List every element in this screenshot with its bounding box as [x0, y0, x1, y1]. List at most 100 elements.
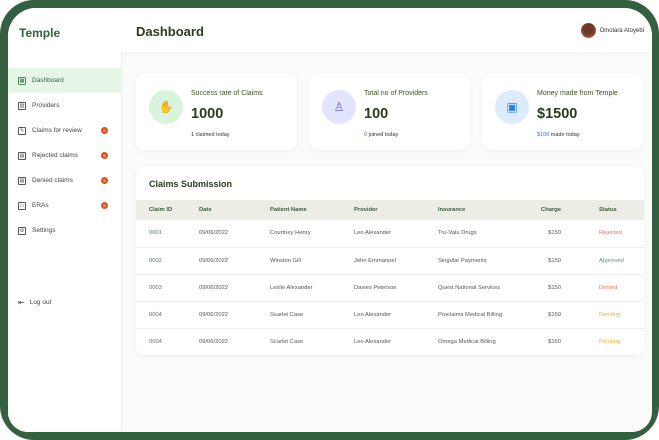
- table-cell: $150: [523, 247, 561, 275]
- table-cell: 09/06/2022: [199, 328, 270, 356]
- provider-icon: ♙: [322, 90, 356, 124]
- table-cell: $150: [523, 274, 561, 302]
- logo: Temple: [19, 26, 61, 40]
- sidebar: Temple ▦ Dashboard ▥ Providers ✎ Claims for r…: [8, 8, 121, 432]
- building-icon: ▥: [18, 101, 26, 110]
- table-row[interactable]: 0002 09/06/2022 Winston Gill John Emmanuel S…: [136, 247, 644, 275]
- stat-value: 100: [364, 106, 389, 122]
- status-badge: Pending: [561, 301, 644, 329]
- status-badge: Rejected: [561, 220, 644, 248]
- stat-sub: 1 claimed today: [191, 132, 230, 138]
- sidebar-item-label: Claims for review: [32, 127, 82, 134]
- table-header-row: Claim ID Date Patient Name Provider Insuranc…: [136, 200, 644, 220]
- banknote-icon: ▣: [495, 90, 529, 124]
- table-cell: Leo Alexander: [354, 220, 438, 248]
- table-cell: 09/06/2022: [199, 247, 270, 275]
- stat-highlight: $100: [537, 132, 550, 138]
- table-cell: Singular Payments: [438, 247, 523, 275]
- column-header: Status: [561, 200, 644, 220]
- column-header: Date: [199, 200, 270, 220]
- sidebar-item-label: Providers: [32, 102, 60, 109]
- document-x-icon: ▤: [18, 151, 26, 160]
- table-row[interactable]: 0001 09/06/2022 Courtney Henry Leo Alexande…: [136, 220, 644, 248]
- column-header: Provider: [354, 200, 438, 220]
- table-row[interactable]: 0004 09/06/2022 Scarlet Case Leo Alexander O…: [136, 328, 644, 356]
- logout-icon: ⇤: [18, 298, 25, 307]
- stat-label: Success rate of Claims: [191, 90, 263, 97]
- table-cell: 0001: [136, 220, 199, 248]
- claims-table: Claim ID Date Patient Name Provider Insuranc…: [136, 200, 644, 356]
- table-cell: 0003: [136, 274, 199, 302]
- table-cell: Davies Peterson: [354, 274, 438, 302]
- stat-sub: joined today: [367, 132, 399, 138]
- table-cell: John Emmanuel: [354, 247, 438, 275]
- sidebar-item-label: Denied claims: [32, 177, 73, 184]
- stat-value: $1500: [537, 106, 578, 122]
- table-cell: 09/06/2022: [199, 220, 270, 248]
- page-title: Dashboard: [136, 24, 204, 39]
- stat-sub: made today: [549, 132, 580, 138]
- grid-icon: ▦: [18, 76, 26, 85]
- column-header: Claim ID: [136, 200, 199, 220]
- table-cell: Scarlet Case: [270, 328, 354, 356]
- logout-label: Log out: [29, 299, 52, 306]
- sidebar-item-denied-claims[interactable]: ▤ Denied claims 5: [8, 168, 121, 193]
- logout-button[interactable]: ⇤ Log out: [18, 298, 51, 307]
- sidebar-item-dashboard[interactable]: ▦ Dashboard: [8, 68, 121, 93]
- table-cell: 09/06/2022: [199, 274, 270, 302]
- sidebar-item-providers[interactable]: ▥ Providers: [8, 93, 121, 118]
- stat-card: ♙ Total no of Providers 100 0 joined tod…: [309, 74, 470, 150]
- table-cell: Leo Alexander: [354, 328, 438, 356]
- gear-icon: ⚙: [18, 226, 26, 235]
- money-icon: ▭: [18, 201, 26, 210]
- status-badge: Approved: [561, 247, 644, 275]
- table-cell: 0004: [136, 328, 199, 356]
- stat-subtext: $100 made today: [537, 132, 580, 138]
- count-badge: 5: [101, 152, 108, 159]
- sidebar-item-label: Settings: [32, 227, 56, 234]
- user-name: Omolara Atoyebi: [599, 27, 644, 34]
- table-cell: Tru-Valu Drugs: [438, 220, 523, 248]
- stat-label: Total no of Providers: [364, 90, 428, 97]
- table-row[interactable]: 0004 09/06/2022 Scarlet Case Leo Alexander P…: [136, 301, 644, 329]
- sidebar-item-rejected-claims[interactable]: ▤ Rejected claims 5: [8, 143, 121, 168]
- header: Dashboard Omolara Atoyebi: [121, 8, 652, 52]
- app-screen: Temple ▦ Dashboard ▥ Providers ✎ Claims for r…: [8, 8, 652, 432]
- status-badge: Pending: [561, 328, 644, 356]
- column-header: Patient Name: [270, 200, 354, 220]
- table-cell: Scarlet Case: [270, 301, 354, 329]
- table-row[interactable]: 0003 09/06/2022 Leslie Alexander Davies Pet…: [136, 274, 644, 302]
- user-menu[interactable]: Omolara Atoyebi: [580, 23, 644, 38]
- sidebar-item-label: Dashboard: [32, 77, 64, 84]
- table-cell: Leo Alexander: [354, 301, 438, 329]
- sidebar-item-claims-for-review[interactable]: ✎ Claims for review 5: [8, 118, 121, 143]
- document-edit-icon: ✎: [18, 126, 26, 135]
- hand-coins-icon: ✋: [149, 90, 183, 124]
- claims-submission-card: Claims Submission Claim ID Date Patient Na…: [136, 166, 644, 356]
- sidebar-nav: ▦ Dashboard ▥ Providers ✎ Claims for review 5 ▤…: [8, 68, 121, 243]
- table-cell: Omega Medical Billing: [438, 328, 523, 356]
- table-cell: 0004: [136, 301, 199, 329]
- table-cell: Leslie Alexander: [270, 274, 354, 302]
- table-cell: $150: [523, 328, 561, 356]
- document-block-icon: ▤: [18, 176, 26, 185]
- stat-value: 1000: [191, 106, 224, 122]
- sidebar-item-eras[interactable]: ▭ ERAs 5: [8, 193, 121, 218]
- stat-card: ✋ Success rate of Claims 1000 1 claimed …: [136, 74, 297, 150]
- table-cell: $150: [523, 220, 561, 248]
- table-cell: Quest National Services: [438, 274, 523, 302]
- table-cell: Proclaims Medical Billing: [438, 301, 523, 329]
- stat-subtext: 1 claimed today: [191, 132, 230, 138]
- table-cell: $150: [523, 301, 561, 329]
- count-badge: 5: [101, 177, 108, 184]
- stat-card: ▣ Money made from Temple $1500 $100 made…: [482, 74, 643, 150]
- status-badge: Denied: [561, 274, 644, 302]
- avatar: [580, 23, 596, 38]
- sidebar-item-settings[interactable]: ⚙ Settings: [8, 218, 121, 243]
- sidebar-item-label: ERAs: [32, 202, 49, 209]
- stat-label: Money made from Temple: [537, 90, 618, 97]
- table-cell: Courtney Henry: [270, 220, 354, 248]
- table-cell: 0002: [136, 247, 199, 275]
- count-badge: 5: [101, 202, 108, 209]
- claims-title: Claims Submission: [149, 179, 233, 189]
